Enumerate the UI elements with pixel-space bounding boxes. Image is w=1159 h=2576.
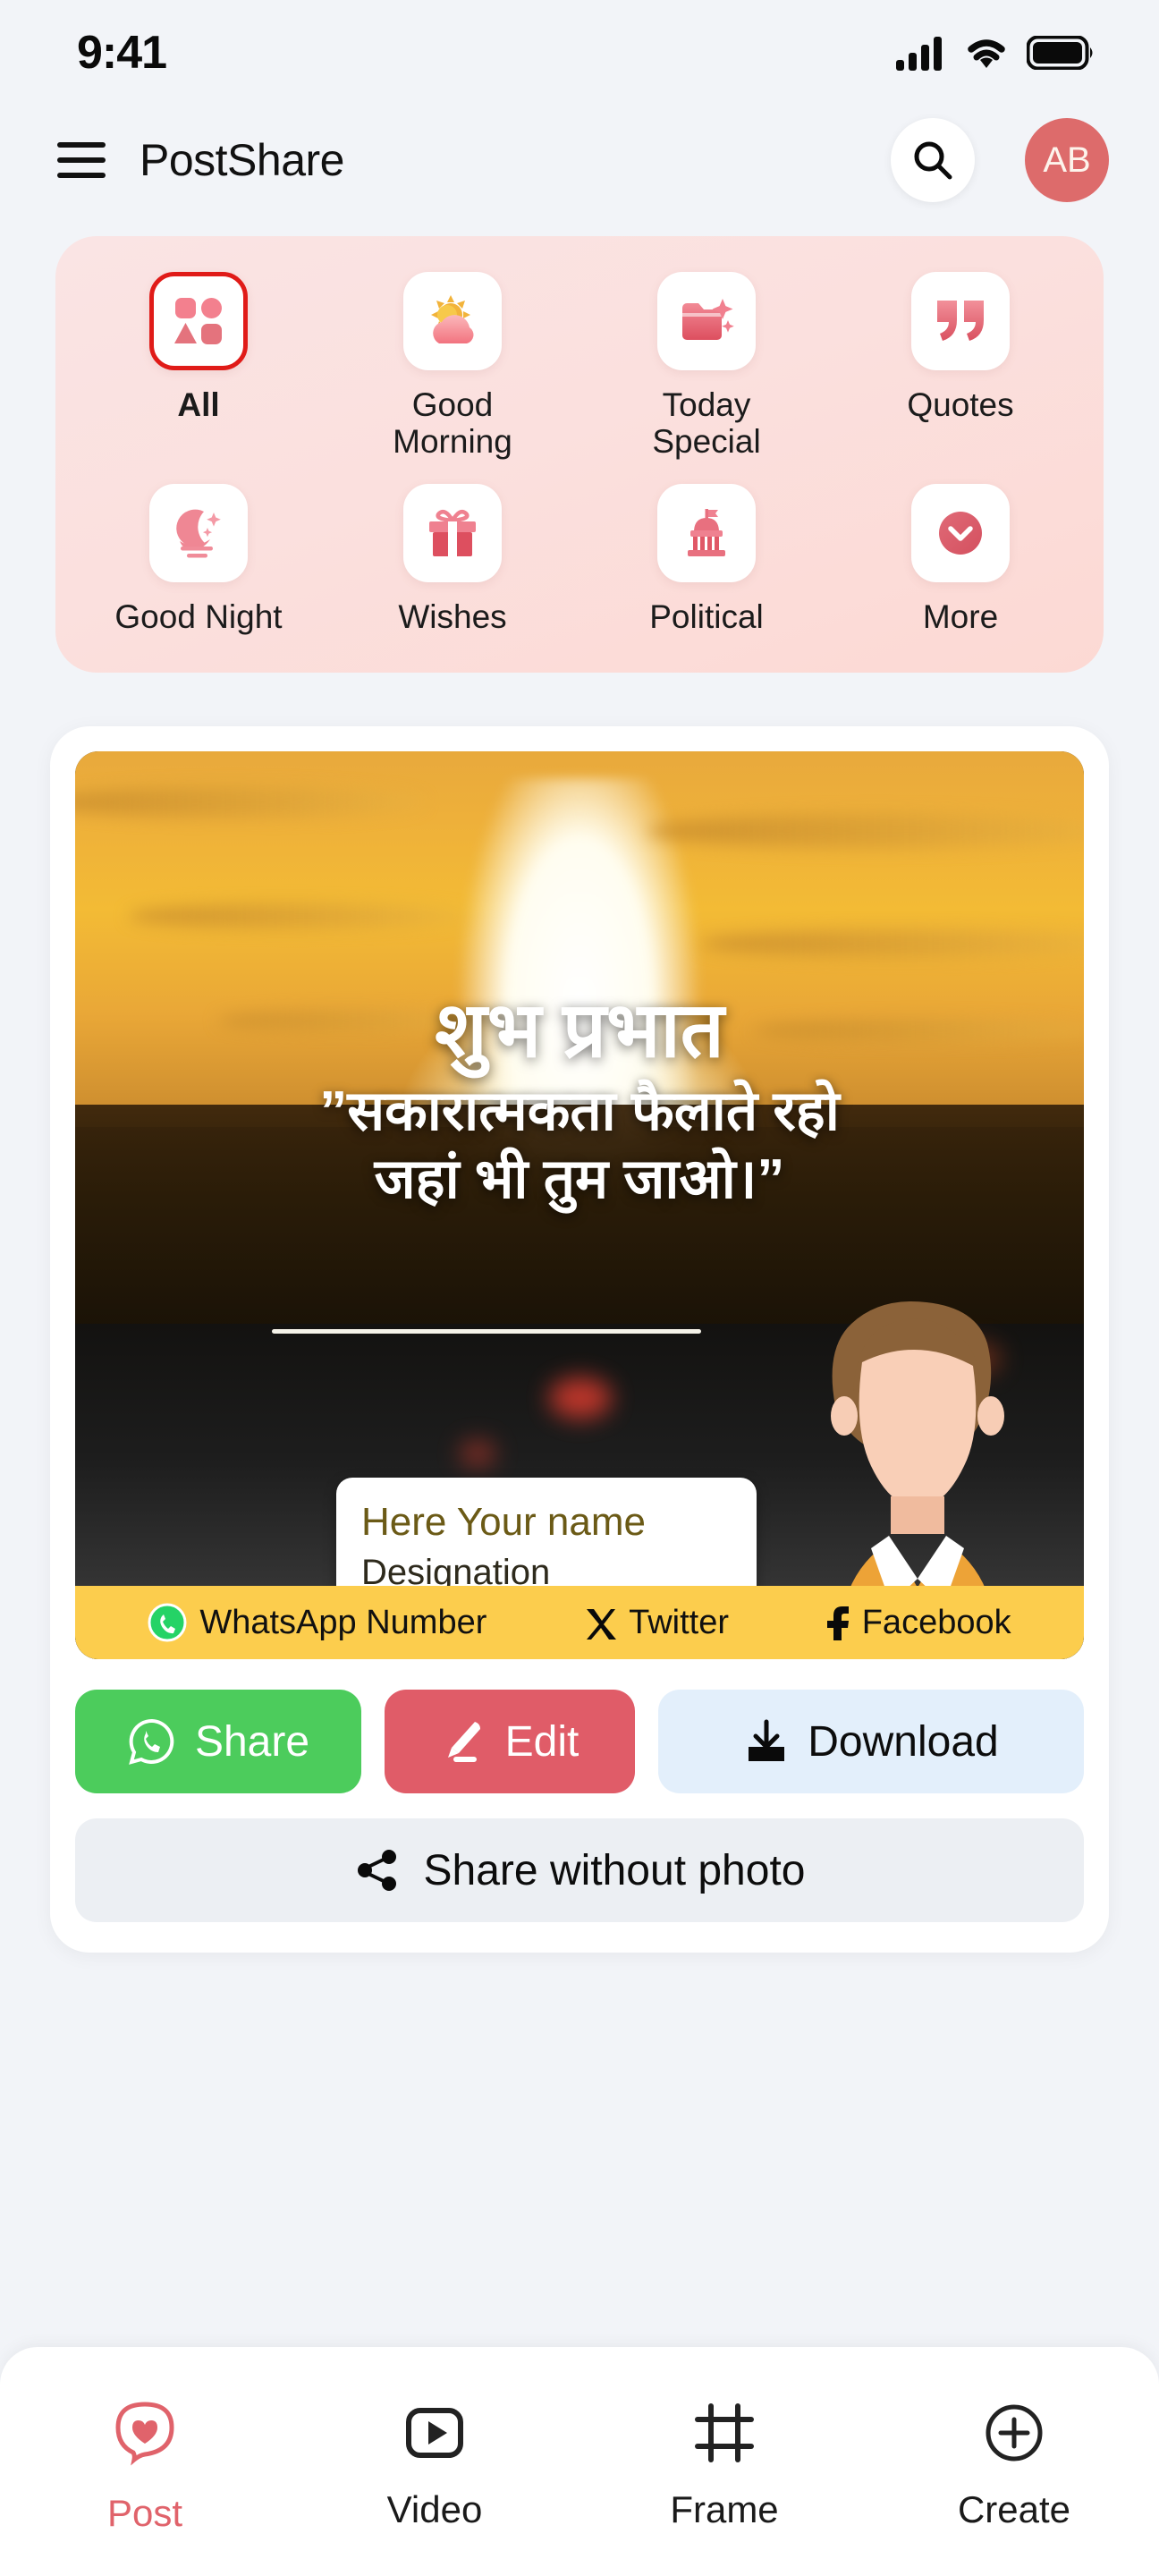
download-button-label: Download <box>808 1717 999 1766</box>
search-button[interactable] <box>891 118 975 202</box>
share-without-photo-button[interactable]: Share without photo <box>75 1818 1084 1923</box>
sparkle-folder-icon <box>682 299 734 340</box>
search-icon <box>914 141 952 180</box>
edit-button-label: Edit <box>504 1717 580 1766</box>
capitol-building-icon <box>688 508 725 556</box>
category-tile <box>149 483 248 582</box>
category-tile <box>911 272 1010 370</box>
post-preview-image[interactable]: शुभ प्रभात ”सकारात्मकता फैलाते रहो जहां … <box>75 751 1084 1660</box>
category-item-today-special[interactable]: Today Special <box>580 272 833 461</box>
action-button-row: Share Edit Download <box>75 1690 1084 1794</box>
category-label: Quotes <box>907 386 1014 423</box>
download-icon <box>749 1719 785 1762</box>
quotation-marks-icon <box>937 301 984 341</box>
nav-item-post[interactable]: Post <box>0 2397 290 2535</box>
facebook-icon <box>826 1606 849 1641</box>
share-button[interactable]: Share <box>75 1690 361 1794</box>
bottom-navigation: Post Video Frame Create <box>0 2347 1159 2576</box>
category-tile <box>657 272 756 370</box>
social-twitter[interactable]: Twitter <box>582 1604 729 1642</box>
share-without-photo-label: Share without photo <box>423 1846 806 1894</box>
download-button[interactable]: Download <box>658 1690 1084 1794</box>
edit-button[interactable]: Edit <box>385 1690 635 1794</box>
category-label: Today Special <box>652 386 761 461</box>
divider <box>272 1329 701 1335</box>
gift-box-icon <box>429 509 476 556</box>
category-item-more[interactable]: More <box>833 483 1087 635</box>
cellular-signal-icon <box>896 37 942 71</box>
whatsapp-icon <box>129 1719 174 1766</box>
whatsapp-icon <box>148 1603 187 1642</box>
crop-frame-icon <box>695 2403 754 2462</box>
crescent-moon-stars-icon <box>176 509 221 558</box>
category-tile <box>149 272 248 370</box>
category-item-all[interactable]: All <box>72 272 326 461</box>
name-field: Here Your name <box>361 1499 646 1544</box>
category-label: Good Night <box>114 597 283 635</box>
status-time: 9:41 <box>77 27 167 79</box>
avatar[interactable]: AB <box>1025 118 1109 202</box>
category-item-wishes[interactable]: Wishes <box>326 483 580 635</box>
category-item-political[interactable]: Political <box>580 483 833 635</box>
category-item-quotes[interactable]: Quotes <box>833 272 1087 461</box>
status-icons <box>896 35 1095 71</box>
battery-full-icon <box>1027 36 1093 70</box>
bokeh-light <box>549 1377 612 1419</box>
avatar-initials: AB <box>1043 140 1091 180</box>
post-card: शुभ प्रभात ”सकारात्मकता फैलाते रहो जहां … <box>50 726 1109 1953</box>
category-label: Good Morning <box>393 386 512 461</box>
social-whatsapp[interactable]: WhatsApp Number <box>148 1603 486 1642</box>
social-label: Facebook <box>861 1603 1011 1641</box>
category-label: Wishes <box>398 597 507 635</box>
play-square-icon <box>406 2408 463 2458</box>
nav-label: Post <box>106 2492 183 2534</box>
chevron-down-circle-icon <box>939 511 982 555</box>
category-label: Political <box>649 597 764 635</box>
category-tile <box>403 483 502 582</box>
category-tile <box>657 483 756 582</box>
category-panel: All Good Morning Today Special Quotes Go… <box>55 236 1104 674</box>
app-screen: 9:41 PostShare AB All Good Morning Today… <box>0 0 1159 2576</box>
category-item-good-morning[interactable]: Good Morning <box>326 272 580 461</box>
social-facebook[interactable]: Facebook <box>825 1604 1011 1642</box>
nav-label: Frame <box>670 2488 779 2530</box>
nav-item-frame[interactable]: Frame <box>580 2397 869 2531</box>
pencil-icon <box>447 1722 480 1763</box>
page-title: PostShare <box>140 135 344 185</box>
category-label: More <box>922 597 999 635</box>
post-quote-line-1: ”सकारात्मकता फैलाते रहो <box>319 1080 840 1143</box>
plus-circle-icon <box>986 2404 1043 2462</box>
social-label: Twitter <box>629 1603 729 1641</box>
nav-item-create[interactable]: Create <box>869 2397 1159 2531</box>
sun-behind-cloud-icon <box>431 295 474 343</box>
social-contact-bar: WhatsApp Number Twitter Facebook <box>75 1586 1084 1660</box>
share-nodes-icon <box>357 1850 396 1892</box>
nav-item-video[interactable]: Video <box>290 2397 580 2531</box>
post-title-text: शुभ प्रभात <box>435 987 724 1074</box>
app-header: PostShare AB <box>0 106 1159 215</box>
social-label: WhatsApp Number <box>199 1603 487 1641</box>
status-bar: 9:41 <box>0 0 1159 106</box>
nav-label: Create <box>957 2488 1071 2530</box>
x-twitter-icon <box>587 1609 617 1640</box>
post-quote-line-2: जहां भी तुम जाओ।” <box>374 1148 785 1210</box>
category-tile <box>403 272 502 370</box>
heart-bubble-icon <box>115 2402 174 2466</box>
wifi-icon <box>968 39 1005 68</box>
grid-shapes-icon <box>174 298 222 344</box>
category-grid: All Good Morning Today Special Quotes Go… <box>72 272 1087 635</box>
share-button-label: Share <box>194 1717 310 1766</box>
category-label: All <box>177 386 220 423</box>
nav-label: Video <box>386 2488 483 2530</box>
category-tile <box>911 483 1010 582</box>
hamburger-menu-icon[interactable] <box>57 142 106 178</box>
category-item-good-night[interactable]: Good Night <box>72 483 326 635</box>
post-quote-text: ”सकारात्मकता फैलाते रहो जहां भी तुम जाओ।… <box>75 1078 1084 1213</box>
